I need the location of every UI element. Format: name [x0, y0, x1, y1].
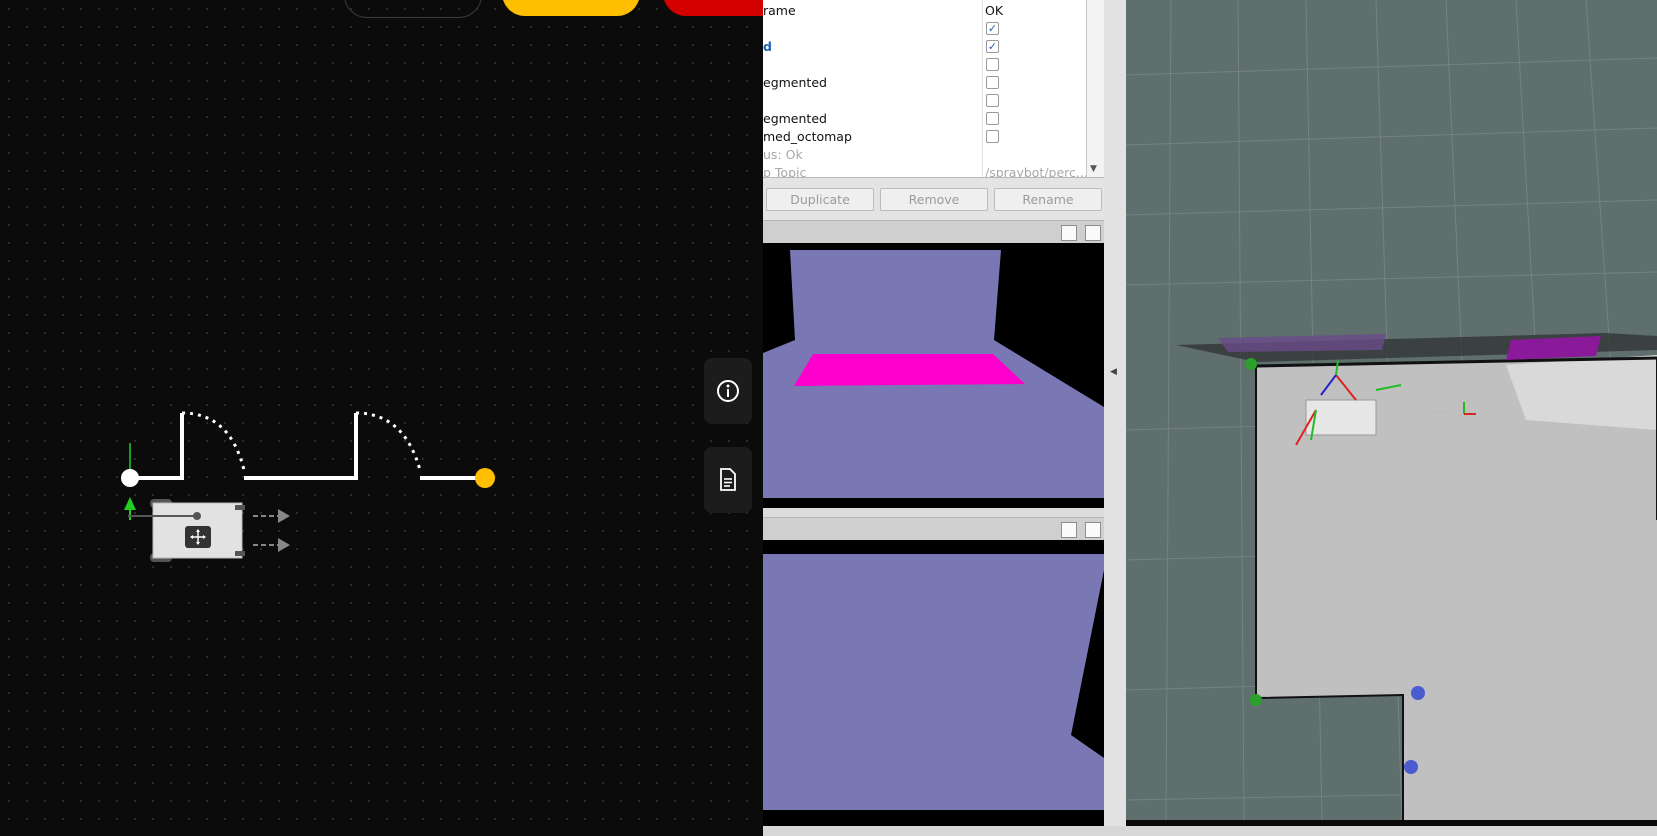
- close-button[interactable]: [1085, 225, 1101, 241]
- path-planner-canvas[interactable]: [0, 0, 803, 836]
- display-buttons-bar: Duplicate Remove Rename: [763, 178, 1104, 220]
- enabled-checkbox[interactable]: [986, 130, 999, 143]
- row-label: egmented: [763, 75, 827, 90]
- row-label: d: [763, 39, 772, 54]
- camera-view-2: [763, 540, 1104, 826]
- display-row[interactable]: ✓: [763, 20, 1085, 38]
- info-circle-icon: [717, 380, 739, 402]
- camera-view-1: [763, 243, 1104, 508]
- scroll-down-icon[interactable]: ▼: [1090, 164, 1097, 174]
- start-marker[interactable]: [121, 469, 139, 487]
- obstacle-marker: [1506, 336, 1601, 360]
- display-row[interactable]: rame OK: [763, 2, 1085, 20]
- row-label: egmented: [763, 111, 827, 126]
- status-bar: [763, 826, 1657, 836]
- display-row[interactable]: d ✓: [763, 38, 1085, 56]
- 3d-view[interactable]: [1126, 0, 1657, 820]
- enabled-checkbox[interactable]: ✓: [986, 40, 999, 53]
- planned-path: [130, 411, 484, 480]
- camera-panel-header: [763, 517, 1104, 540]
- robot-model: [1305, 399, 1377, 436]
- row-label: med_octomap: [763, 129, 852, 144]
- marker-blue: [1411, 686, 1425, 700]
- display-row[interactable]: egmented: [763, 74, 1085, 92]
- undock-button[interactable]: [1061, 522, 1077, 538]
- close-button[interactable]: [1085, 522, 1101, 538]
- display-row[interactable]: [763, 92, 1085, 110]
- remove-button[interactable]: Remove: [880, 188, 988, 211]
- camera-render-2: [763, 554, 1104, 810]
- row-value: OK: [985, 3, 1004, 18]
- undock-button[interactable]: [1061, 225, 1077, 241]
- collapse-left-icon[interactable]: ◀: [1110, 367, 1117, 377]
- duplicate-button[interactable]: Duplicate: [766, 188, 874, 211]
- document-icon: [720, 468, 736, 491]
- rename-button[interactable]: Rename: [994, 188, 1102, 211]
- robot-icon[interactable]: [128, 499, 290, 562]
- rviz-side-panel: rame OK ✓ d ✓ egmented egmented med_octo…: [763, 0, 1104, 826]
- enabled-checkbox[interactable]: [986, 112, 999, 125]
- displays-tree[interactable]: rame OK ✓ d ✓ egmented egmented med_octo…: [763, 0, 1104, 180]
- row-label: us: Ok: [763, 147, 803, 162]
- display-row[interactable]: [763, 56, 1085, 74]
- tree-scrollbar[interactable]: ▼: [1086, 0, 1104, 177]
- enabled-checkbox[interactable]: ✓: [986, 22, 999, 35]
- display-row[interactable]: med_octomap: [763, 128, 1085, 146]
- enabled-checkbox[interactable]: [986, 94, 999, 107]
- 3d-scene: [1126, 0, 1657, 820]
- row-label: rame: [763, 3, 796, 18]
- panel-splitter[interactable]: ◀: [1104, 0, 1126, 826]
- planned-path-drawing: [121, 411, 495, 562]
- display-row[interactable]: us: Ok: [763, 146, 1085, 164]
- goal-marker[interactable]: [475, 468, 495, 488]
- marker-blue: [1404, 760, 1418, 774]
- info-button[interactable]: [704, 358, 752, 424]
- document-button[interactable]: [704, 447, 752, 513]
- marker-green: [1245, 358, 1257, 370]
- display-row[interactable]: egmented: [763, 110, 1085, 128]
- enabled-checkbox[interactable]: [986, 58, 999, 71]
- camera-render-1: [763, 250, 1104, 508]
- marker-green: [1250, 694, 1262, 706]
- enabled-checkbox[interactable]: [986, 76, 999, 89]
- camera-panel-header: [763, 220, 1104, 243]
